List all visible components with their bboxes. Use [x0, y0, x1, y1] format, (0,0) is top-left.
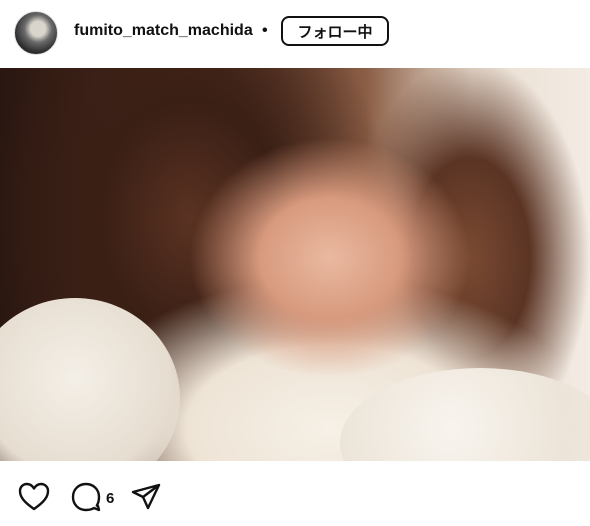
comment-icon[interactable]	[70, 482, 102, 517]
username[interactable]: fumito_match_machida	[74, 22, 253, 40]
paper-plane-icon[interactable]	[130, 482, 162, 517]
separator-dot: •	[262, 22, 268, 39]
following-button[interactable]: フォロー中	[281, 16, 389, 46]
heart-icon[interactable]	[18, 482, 50, 517]
comment-count: 6	[106, 490, 115, 507]
post-photo[interactable]	[0, 68, 590, 461]
post-header: fumito_match_machida • フォロー中	[0, 0, 590, 64]
photo-detail-right	[340, 368, 590, 461]
avatar[interactable]	[14, 11, 58, 55]
photo-detail-left	[0, 298, 180, 461]
action-bar: 6	[0, 470, 590, 526]
